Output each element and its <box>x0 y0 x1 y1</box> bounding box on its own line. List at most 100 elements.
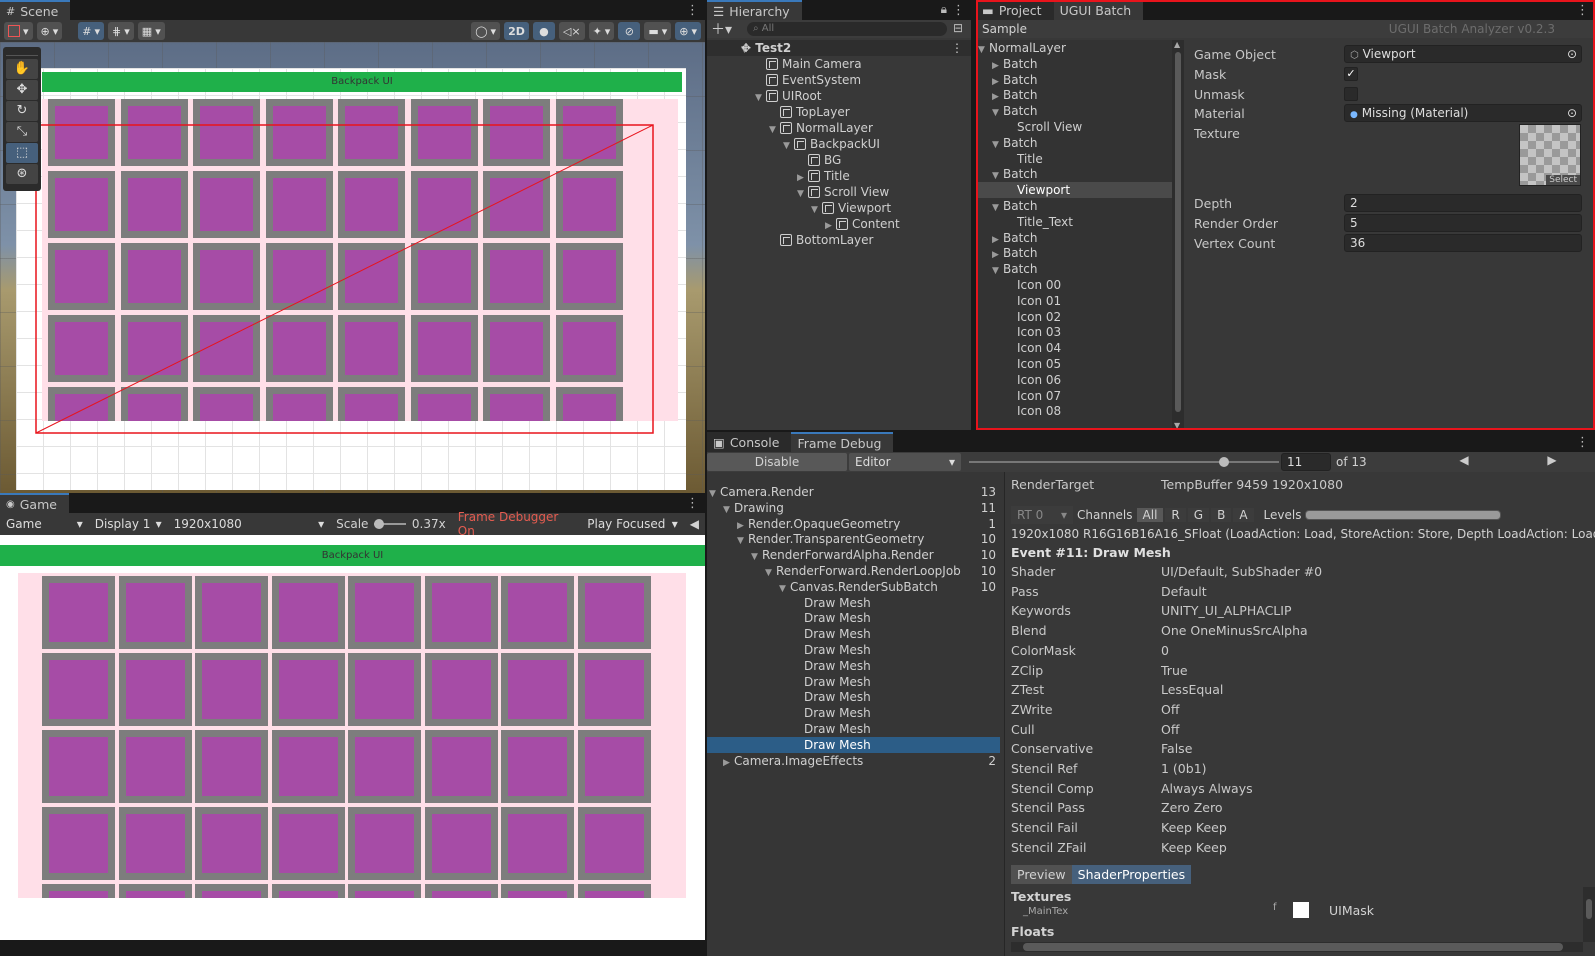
frame-event-item[interactable]: ▶ Camera.ImageEffects 2 <box>707 753 1000 769</box>
game-viewport[interactable]: Backpack UI <box>0 535 705 940</box>
unmask-checkbox[interactable] <box>1344 87 1358 101</box>
scroll-down-icon[interactable]: ▼ <box>1174 421 1180 430</box>
effects-button[interactable]: ✦ ▾ <box>588 22 615 40</box>
move-icon[interactable]: ✥ <box>6 80 38 100</box>
frame-event-item[interactable]: Draw Mesh <box>707 658 1000 674</box>
tab-hierarchy[interactable]: ☰ Hierarchy <box>707 0 802 20</box>
audio-button[interactable]: ◁× <box>558 22 585 40</box>
batch-tree-item[interactable]: Icon 07 <box>976 388 1172 404</box>
batch-tree-item[interactable]: Title <box>976 151 1172 167</box>
frame-event-item[interactable]: ▼ Drawing 11 <box>707 500 1000 516</box>
tab-project[interactable]: ▬ Project <box>976 0 1054 20</box>
batch-tree-item[interactable]: Icon 08 <box>976 403 1172 419</box>
batch-tree-item[interactable]: ▶ Batch <box>976 72 1172 88</box>
speaker-icon[interactable]: ◀ <box>684 517 705 531</box>
global-button[interactable]: ⊕ ▾ <box>36 22 63 40</box>
batch-tree-item[interactable]: Icon 00 <box>976 277 1172 293</box>
gizmos-button[interactable]: ⊕ ▾ <box>675 22 701 40</box>
hierarchy-item[interactable]: ▶ Title <box>707 168 971 184</box>
material-field[interactable]: ● Missing (Material) ⊙ <box>1344 104 1582 122</box>
frame-event-item[interactable]: ▼ RenderForwardAlpha.Render 10 <box>707 547 1000 563</box>
batch-tree-item[interactable]: Scroll View <box>976 119 1172 135</box>
batch-tree-item[interactable]: Icon 04 <box>976 340 1172 356</box>
batch-tree-item[interactable]: ▼ Batch <box>976 261 1172 277</box>
editor-dropdown[interactable]: Editor ▾ <box>849 453 961 471</box>
frame-event-item[interactable]: ▼ Canvas.RenderSubBatch 10 <box>707 579 1000 595</box>
hierarchy-item[interactable]: TopLayer <box>707 104 971 120</box>
batch-tree-item[interactable]: ▼ Batch <box>976 198 1172 214</box>
scene-root-row[interactable]: ▼✥ Test2 ⋮ <box>707 40 971 56</box>
frame-menu-icon[interactable]: ⋮ <box>1576 435 1589 450</box>
game-mode-dropdown[interactable]: Game ▾ <box>0 515 89 533</box>
hierarchy-item[interactable]: ▶ Content <box>707 216 971 232</box>
next-event-button[interactable]: ▶ <box>1509 453 1595 471</box>
frame-event-item[interactable]: Draw Mesh <box>707 721 1000 737</box>
add-icon[interactable]: ＋▾ <box>711 20 732 39</box>
batch-tree-item[interactable]: Icon 06 <box>976 372 1172 388</box>
hierarchy-item[interactable]: ▼ BackpackUI <box>707 136 971 152</box>
maintex-swatch[interactable] <box>1293 902 1309 918</box>
frame-event-item[interactable]: ▼ Render.TransparentGeometry 10 <box>707 531 1000 547</box>
frame-event-item[interactable]: ▼ Camera.Render 13 <box>707 484 1000 500</box>
rotate-icon[interactable]: ↻ <box>6 101 38 121</box>
scale-slider-thumb[interactable] <box>374 519 385 529</box>
frame-event-item[interactable]: Draw Mesh <box>707 736 1000 753</box>
transform-icon[interactable]: ⊛ <box>6 164 38 184</box>
batch-tree-item[interactable]: Icon 05 <box>976 356 1172 372</box>
scale-icon[interactable]: ⤡ <box>6 122 38 142</box>
batch-tree-item[interactable]: ▶ Batch <box>976 230 1172 246</box>
hierarchy-search-input[interactable]: ⌕ All <box>747 22 947 36</box>
frame-event-item[interactable]: Draw Mesh <box>707 689 1000 705</box>
rt-dropdown[interactable]: RT 0 ▾ <box>1011 506 1073 524</box>
batch-tree-item[interactable]: Icon 03 <box>976 324 1172 340</box>
lock-icon[interactable]: 🔒︎ <box>941 2 947 17</box>
event-slider-thumb[interactable] <box>1219 457 1229 467</box>
draw-mode-button[interactable]: ▾ <box>4 22 33 40</box>
event-index-field[interactable]: 11 <box>1281 453 1331 471</box>
texture-select-button[interactable]: Select <box>1546 175 1580 185</box>
batch-tree-item[interactable]: ▼ Batch <box>976 166 1172 182</box>
batch-tree-item[interactable]: ▶ Batch <box>976 56 1172 72</box>
tab-game[interactable]: ◉ Game <box>0 493 69 513</box>
rect-tool-icon[interactable]: ⬚ <box>6 143 38 163</box>
frame-event-item[interactable]: Draw Mesh <box>707 674 1000 690</box>
scale-slider[interactable] <box>374 519 406 529</box>
channel-a-button[interactable]: A <box>1233 508 1254 522</box>
game-menu-icon[interactable]: ⋮ <box>686 496 699 511</box>
batch-tree-item[interactable]: Icon 02 <box>976 309 1172 325</box>
vertex-count-field[interactable]: 36 <box>1344 234 1582 252</box>
batch-tree-item[interactable]: ▶ Batch <box>976 87 1172 103</box>
align-button[interactable]: ▦ ▾ <box>137 22 165 40</box>
hierarchy-item[interactable]: BottomLayer <box>707 232 971 248</box>
increment-snap-button[interactable]: ⋕ ▾ <box>108 22 134 40</box>
vscroll-thumb[interactable] <box>1586 899 1592 919</box>
details-hscrollbar[interactable] <box>1011 942 1583 952</box>
channel-g-button[interactable]: G <box>1187 508 1210 522</box>
disable-button[interactable]: Disable <box>707 453 847 471</box>
game-object-field[interactable]: ⬡ Viewport ⊙ <box>1344 45 1582 63</box>
mask-checkbox[interactable]: ✓ <box>1344 67 1358 81</box>
hierarchy-menu-icon[interactable]: ⋮ <box>952 3 965 18</box>
details-vscrollbar[interactable] <box>1583 887 1595 942</box>
scroll-up-icon[interactable]: ▲ <box>1174 40 1180 49</box>
prev-event-button[interactable]: ◀ <box>1421 453 1507 471</box>
frame-event-item[interactable]: Draw Mesh <box>707 705 1000 721</box>
scene-viewport[interactable]: Backpack UI ✋ ✥ ↻ ⤡ ⬚ ⊛ <box>0 42 705 493</box>
batch-tree-scrollbar[interactable]: ▲ ▼ <box>1172 40 1184 430</box>
hierarchy-item[interactable]: ▼ UIRoot <box>707 88 971 104</box>
scene-menu-icon[interactable]: ⋮ <box>951 40 963 56</box>
frame-event-item[interactable]: Draw Mesh <box>707 610 1000 626</box>
visibility-button[interactable]: ⊘ <box>618 22 641 40</box>
batch-tree-item[interactable]: ▼ Batch <box>976 135 1172 151</box>
tab-scene[interactable]: # Scene <box>0 0 71 20</box>
ugui-menu-icon[interactable]: ⋮ <box>1576 3 1589 18</box>
hscroll-thumb[interactable] <box>1023 943 1563 951</box>
batch-tree-item[interactable]: ▼ Batch <box>976 103 1172 119</box>
batch-tree-item[interactable]: ▶ Batch <box>976 245 1172 261</box>
frame-event-item[interactable]: Draw Mesh <box>707 626 1000 642</box>
batch-tree-item[interactable]: ▼ NormalLayer <box>976 40 1172 56</box>
tab-ugui-batch[interactable]: UGUI Batch <box>1053 0 1144 20</box>
object-picker-icon[interactable]: ⊙ <box>1567 46 1577 62</box>
toggle-2d-button[interactable]: 2D <box>504 22 529 40</box>
batch-tree-item[interactable]: Icon 01 <box>976 293 1172 309</box>
